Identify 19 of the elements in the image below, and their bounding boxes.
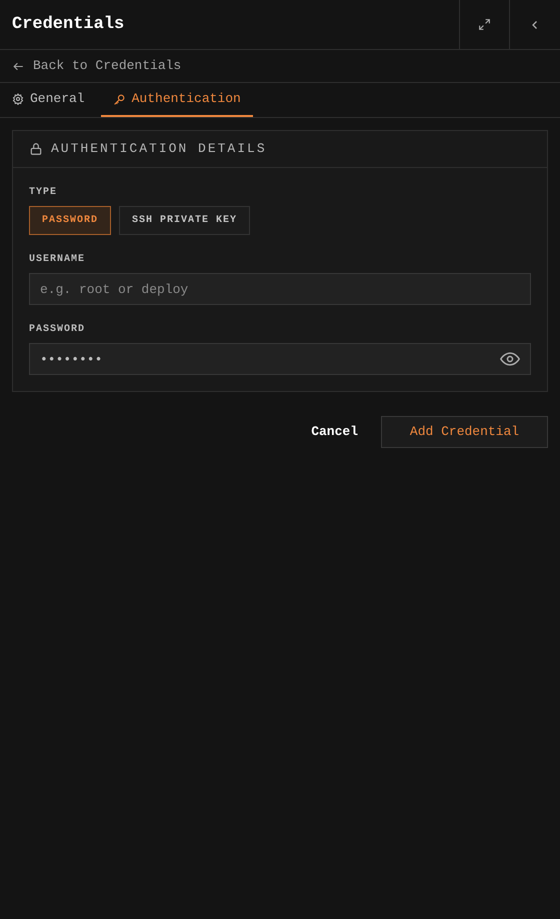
- field-label: TYPE: [29, 186, 58, 200]
- field-label: PASSWORD: [29, 323, 86, 337]
- eye-icon[interactable]: [500, 352, 520, 366]
- expand-icon: [478, 18, 491, 31]
- key-icon: [112, 92, 126, 106]
- panel-title: Credentials: [11, 14, 126, 36]
- username-field[interactable]: e.g. root or deploy: [29, 273, 531, 305]
- tab[interactable]: General: [12, 83, 89, 117]
- add-credential-button[interactable]: Add Credential: [381, 416, 548, 448]
- password-field[interactable]: ••••••••: [29, 343, 531, 375]
- card-title: AUTHENTICATION DETAILS: [51, 140, 267, 158]
- cancel-button[interactable]: Cancel: [311, 422, 358, 442]
- type-option[interactable]: PASSWORD: [29, 206, 112, 235]
- lock-icon: [29, 142, 43, 156]
- type-option[interactable]: SSH PRIVATE KEY: [119, 206, 250, 235]
- back-link[interactable]: Back to Credentials: [12, 56, 182, 76]
- field-label: USERNAME: [29, 253, 86, 267]
- tab[interactable]: Authentication: [100, 83, 253, 117]
- settings-icon: [12, 93, 24, 105]
